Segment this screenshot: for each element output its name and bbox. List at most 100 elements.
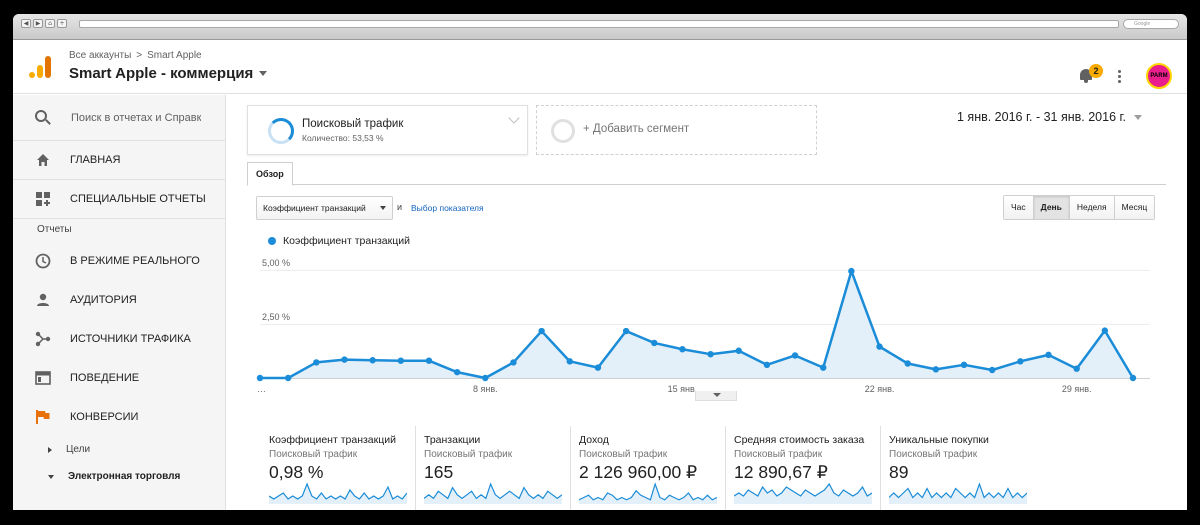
add-segment-button[interactable]: + Добавить сегмент [536,105,817,155]
report-main: Поисковый трафик Количество: 53,53 % + Д… [227,95,1187,510]
data-point[interactable] [960,361,968,369]
x-tick-label: 8 янв. [473,384,498,394]
sidebar-item-label: ГЛАВНАЯ [70,154,121,166]
sidebar-item-audience[interactable]: АУДИТОРИЯ [13,280,225,319]
app-header: Все аккаунты > Smart Apple Smart Apple -… [13,40,1187,94]
y-tick-label: 5,00 % [262,258,290,268]
url-bar[interactable] [79,20,1119,28]
home-browser-icon[interactable]: ⌂ [45,19,55,28]
breadcrumb-account[interactable]: Smart Apple [147,50,201,61]
data-point[interactable] [763,361,771,369]
sidebar-item-label: ИСТОЧНИКИ ТРАФИКА [70,332,191,345]
data-point[interactable] [397,357,405,364]
breadcrumb-all-accounts[interactable]: Все аккаунты [69,50,131,61]
data-point[interactable] [341,356,348,363]
chart-collapse-handle[interactable] [695,391,737,401]
more-options-icon[interactable] [1118,70,1122,86]
scorecard-segment: Поисковый трафик [424,449,513,460]
scorecard-sparkline [889,482,1027,504]
data-point[interactable] [510,359,517,366]
data-point[interactable] [594,364,602,371]
scorecard-label: Средняя стоимость заказа [734,434,865,446]
transaction-rate-chart[interactable]: 5,00 % 2,50 % … 8 янв. 15 янв. 22 янв. 29 янв. [227,245,1167,395]
scorecard[interactable]: Средняя стоимость заказа Поисковый трафик… [726,426,881,510]
back-icon[interactable]: ◀ [21,19,31,28]
x-tick-label: 15 янв. [668,384,698,394]
scorecard[interactable]: Уникальные покупки Поисковый трафик 89 [881,426,1036,510]
analytics-logo-icon[interactable] [29,56,51,78]
data-point[interactable] [820,364,827,371]
data-point[interactable] [932,366,940,373]
data-point[interactable] [1017,358,1024,365]
data-point[interactable] [1129,374,1137,382]
sidebar-subitem-label: Цели [66,444,91,455]
forward-icon[interactable]: ▶ [33,19,43,28]
data-point[interactable] [1101,327,1109,334]
behavior-icon [35,370,51,386]
granularity-day-button[interactable]: День [1032,196,1069,219]
scorecard[interactable]: Доход Поисковый трафик 2 126 960,00 ₽ [571,426,726,510]
sparkline-area [424,484,562,504]
search-icon [35,109,51,126]
data-point[interactable] [848,267,855,275]
account-selector[interactable]: Smart Apple - коммерция [69,65,268,82]
data-point[interactable] [256,374,264,382]
metric-select[interactable]: Коэффициент транзакций [256,196,393,220]
data-point[interactable] [453,368,461,376]
sidebar-item-acquisition[interactable]: ИСТОЧНИКИ ТРАФИКА [13,319,225,358]
data-point[interactable] [313,359,320,366]
data-point[interactable] [1073,365,1080,372]
sidebar-section-reports: Отчеты [37,224,72,235]
data-point[interactable] [679,346,686,353]
tab-overview[interactable]: Обзор [247,162,293,186]
data-point[interactable] [904,360,911,367]
scorecard[interactable]: Транзакции Поисковый трафик 165 [416,426,571,510]
data-point[interactable] [1045,351,1052,359]
granularity-week-button[interactable]: Неделя [1068,196,1114,219]
data-point[interactable] [369,357,376,364]
x-tick-label: 29 янв. [1062,384,1092,394]
data-point[interactable] [425,357,433,364]
avatar[interactable]: PARM [1146,63,1172,89]
granularity-hour-button[interactable]: Час [1004,196,1033,219]
segment-card[interactable]: Поисковый трафик Количество: 53,53 % [247,105,528,155]
sidebar-item-label: ПОВЕДЕНИЕ [70,371,140,384]
sidebar-subitem-label: Электронная торговля [68,471,181,482]
browser-search-input[interactable]: Google [1123,19,1179,29]
data-point[interactable] [876,343,883,350]
sidebar-subitem-goals[interactable]: Цели [13,436,225,463]
and-label: и [397,202,403,212]
sidebar-item-realtime[interactable]: В РЕЖИМЕ РЕАЛЬНОГО [13,241,225,280]
data-point[interactable] [566,358,573,365]
segment-count: Количество: 53,53 % [302,133,384,143]
scorecard[interactable]: Коэффициент транзакций Поисковый трафик 0,… [261,426,416,510]
data-point[interactable] [538,327,545,335]
sparkline-line [579,482,717,501]
select-metric-link[interactable]: Выбор показателя [411,203,484,213]
sparkline-area [579,484,717,504]
sidebar-subitem-ecommerce[interactable]: Электронная торговля [13,463,225,490]
data-point[interactable] [791,352,799,359]
data-point[interactable] [988,366,996,374]
segment-ring-fill [268,118,294,144]
sidebar-search[interactable]: Поиск в отчетах и Справке [13,95,225,141]
sidebar-item-custom-reports[interactable]: СПЕЦИАЛЬНЫЕ ОТЧЕТЫ [13,180,225,219]
granularity-month-button[interactable]: Месяц [1113,196,1155,219]
data-point[interactable] [735,347,742,354]
data-point[interactable] [284,374,292,382]
data-point[interactable] [707,351,714,358]
browser-toolbar: ◀ ▶ ⌂ + Google [13,14,1187,40]
data-point[interactable] [651,339,658,347]
breadcrumb: Все аккаунты > Smart Apple [69,50,202,61]
date-range-picker[interactable]: 1 янв. 2016 г. - 31 янв. 2016 г. [957,110,1143,124]
data-point[interactable] [622,327,630,335]
add-tab-icon[interactable]: + [57,19,67,28]
data-point[interactable] [482,374,489,382]
flag-icon [35,409,51,425]
chevron-down-icon[interactable] [508,112,520,124]
sidebar-item-conversions[interactable]: КОНВЕРСИИ [13,397,225,436]
sidebar-item-label: КОНВЕРСИИ [70,410,139,423]
search-input[interactable]: Поиск в отчетах и Справке [71,112,201,124]
sidebar-item-home[interactable]: ГЛАВНАЯ [13,141,225,180]
sidebar-item-behavior[interactable]: ПОВЕДЕНИЕ [13,358,225,397]
